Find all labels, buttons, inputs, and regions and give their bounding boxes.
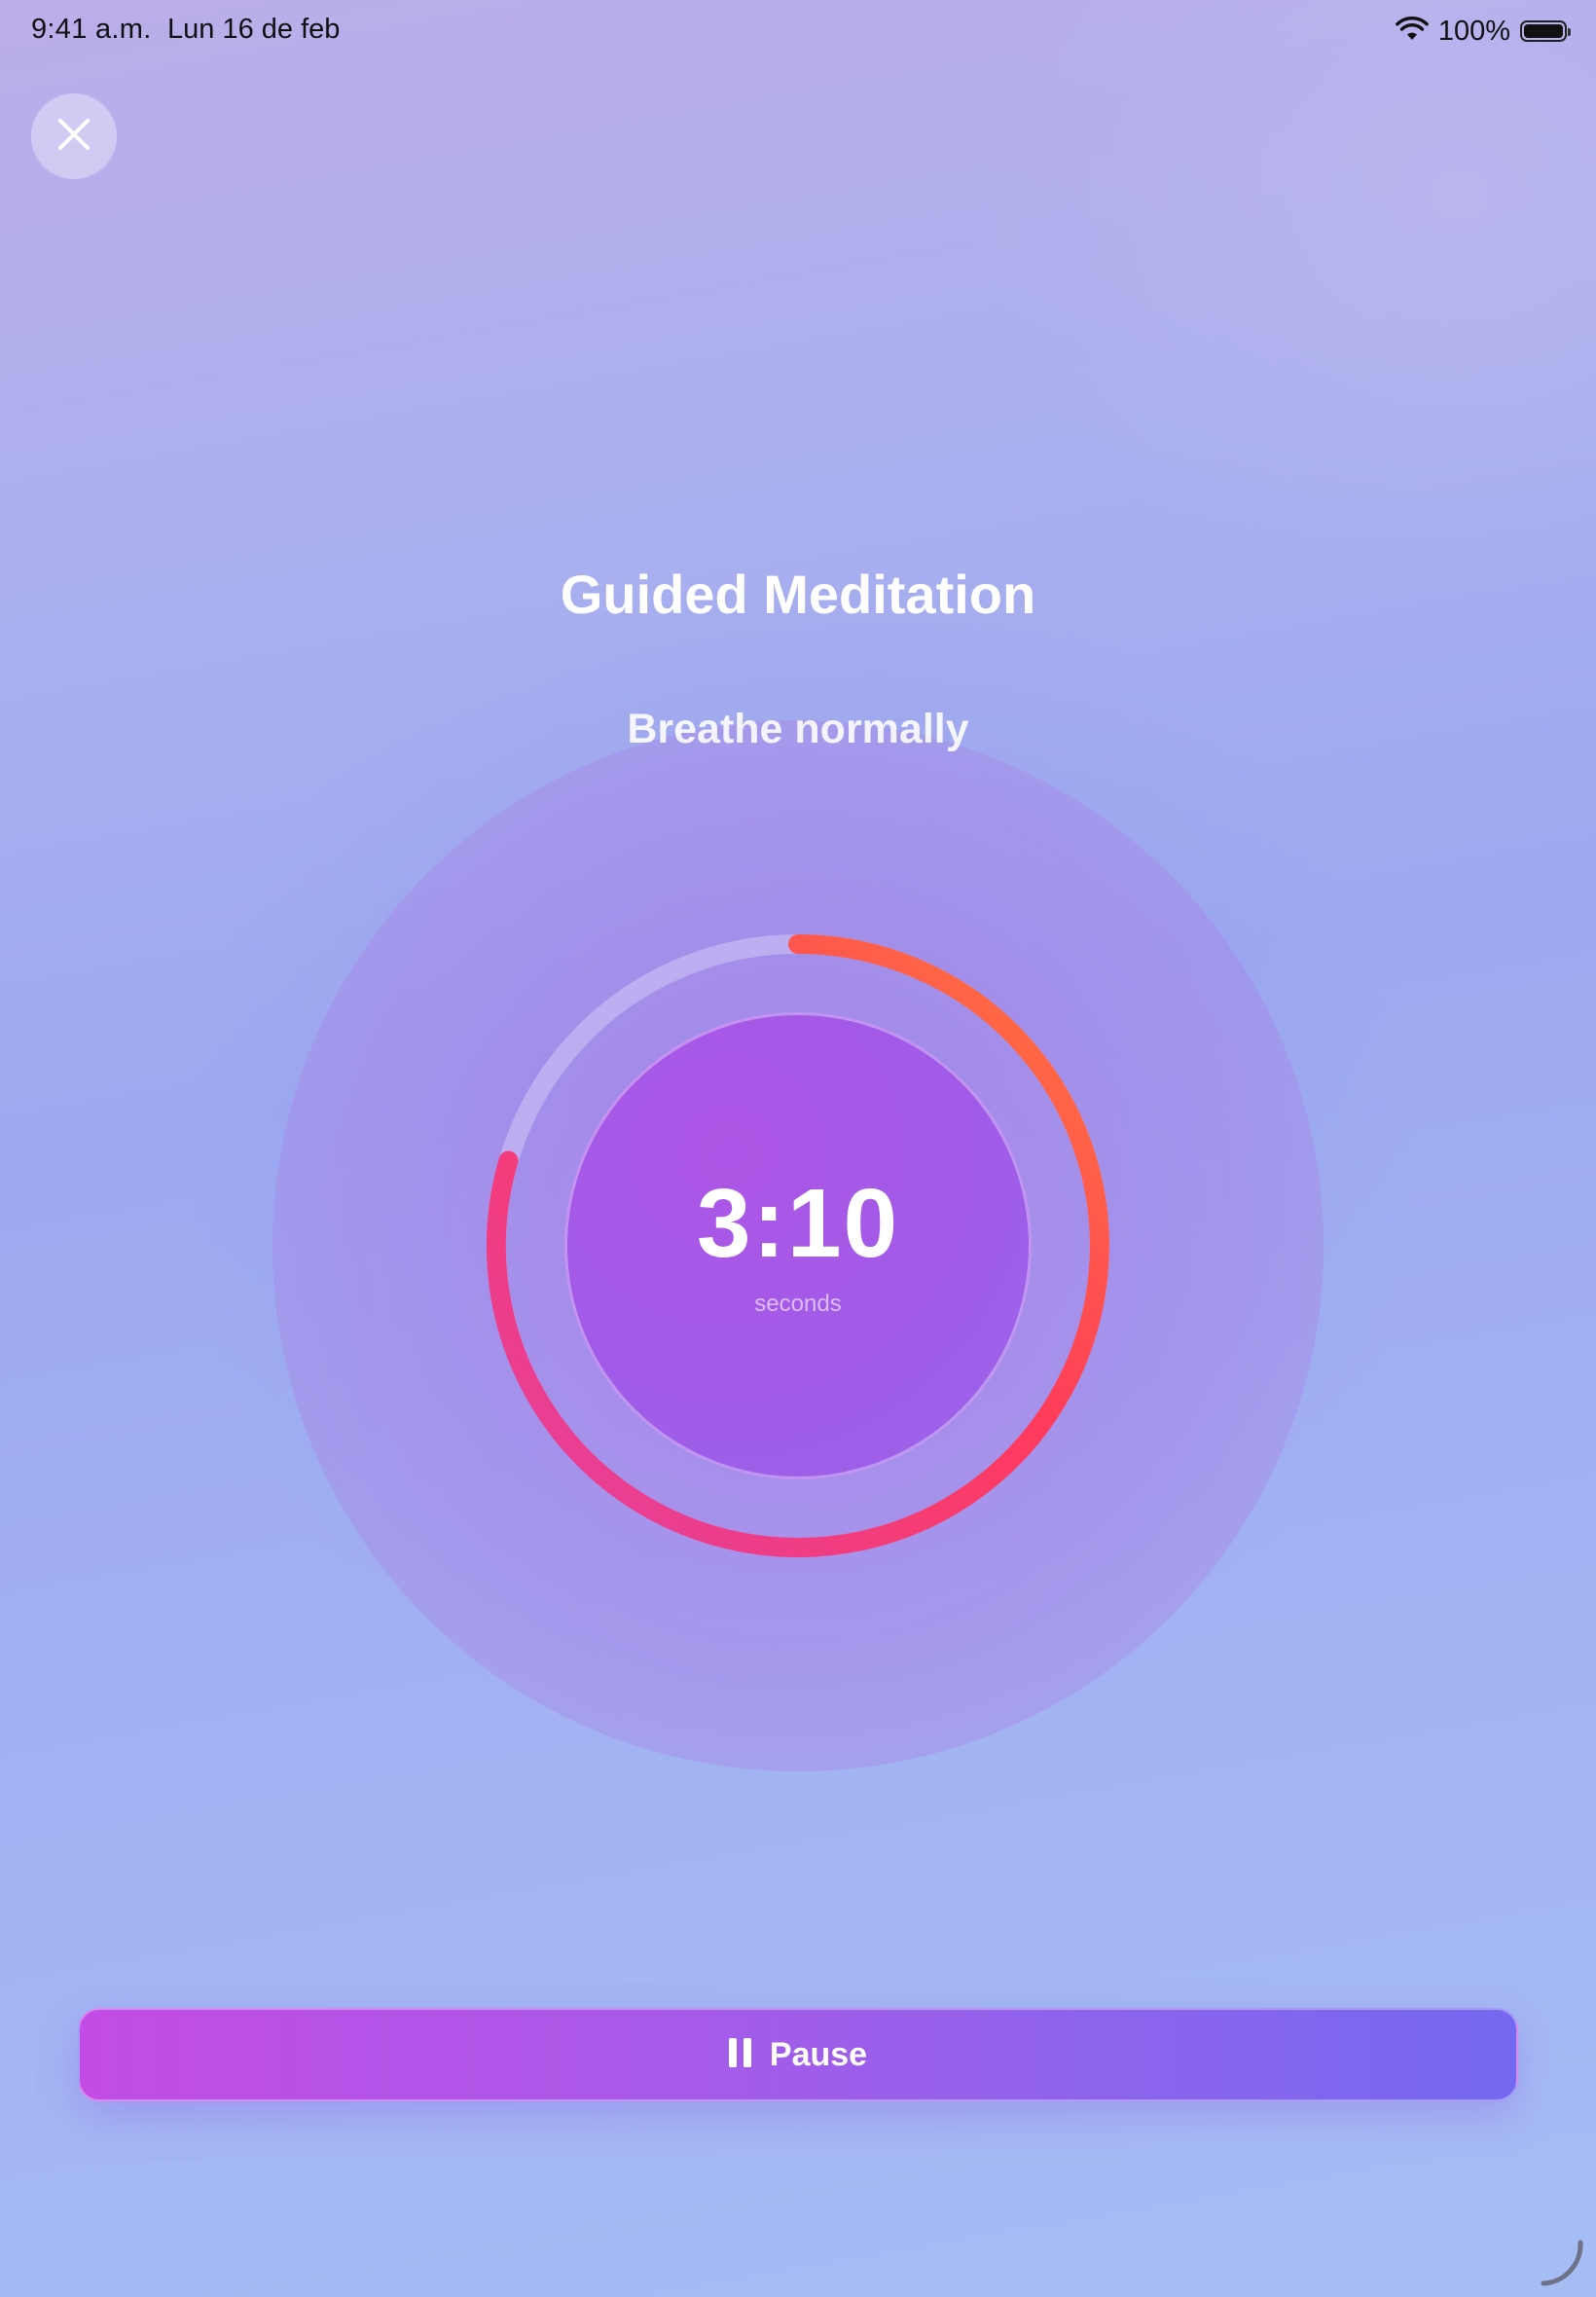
battery-icon	[1520, 20, 1571, 42]
page-title: Guided Meditation	[560, 564, 1036, 625]
close-icon	[56, 117, 91, 157]
timer-value: 3:10	[696, 1169, 900, 1278]
status-right: 100%	[1395, 12, 1571, 51]
status-time: 9:41 a.m.	[31, 14, 152, 45]
close-button[interactable]	[31, 93, 117, 179]
wifi-icon	[1395, 16, 1429, 47]
breathing-instruction: Breathe normally	[627, 706, 969, 752]
status-bar: 9:41 a.m. Lun 16 de feb 100%	[0, 0, 1596, 62]
corner-handle-icon	[1541, 2240, 1583, 2286]
status-date: Lun 16 de feb	[167, 14, 341, 45]
pause-icon	[728, 2037, 752, 2072]
timer-unit-label: seconds	[754, 1291, 842, 1317]
pause-button-label: Pause	[769, 2035, 868, 2073]
pause-button[interactable]: Pause	[78, 2008, 1518, 2101]
battery-percent: 100%	[1437, 15, 1510, 47]
